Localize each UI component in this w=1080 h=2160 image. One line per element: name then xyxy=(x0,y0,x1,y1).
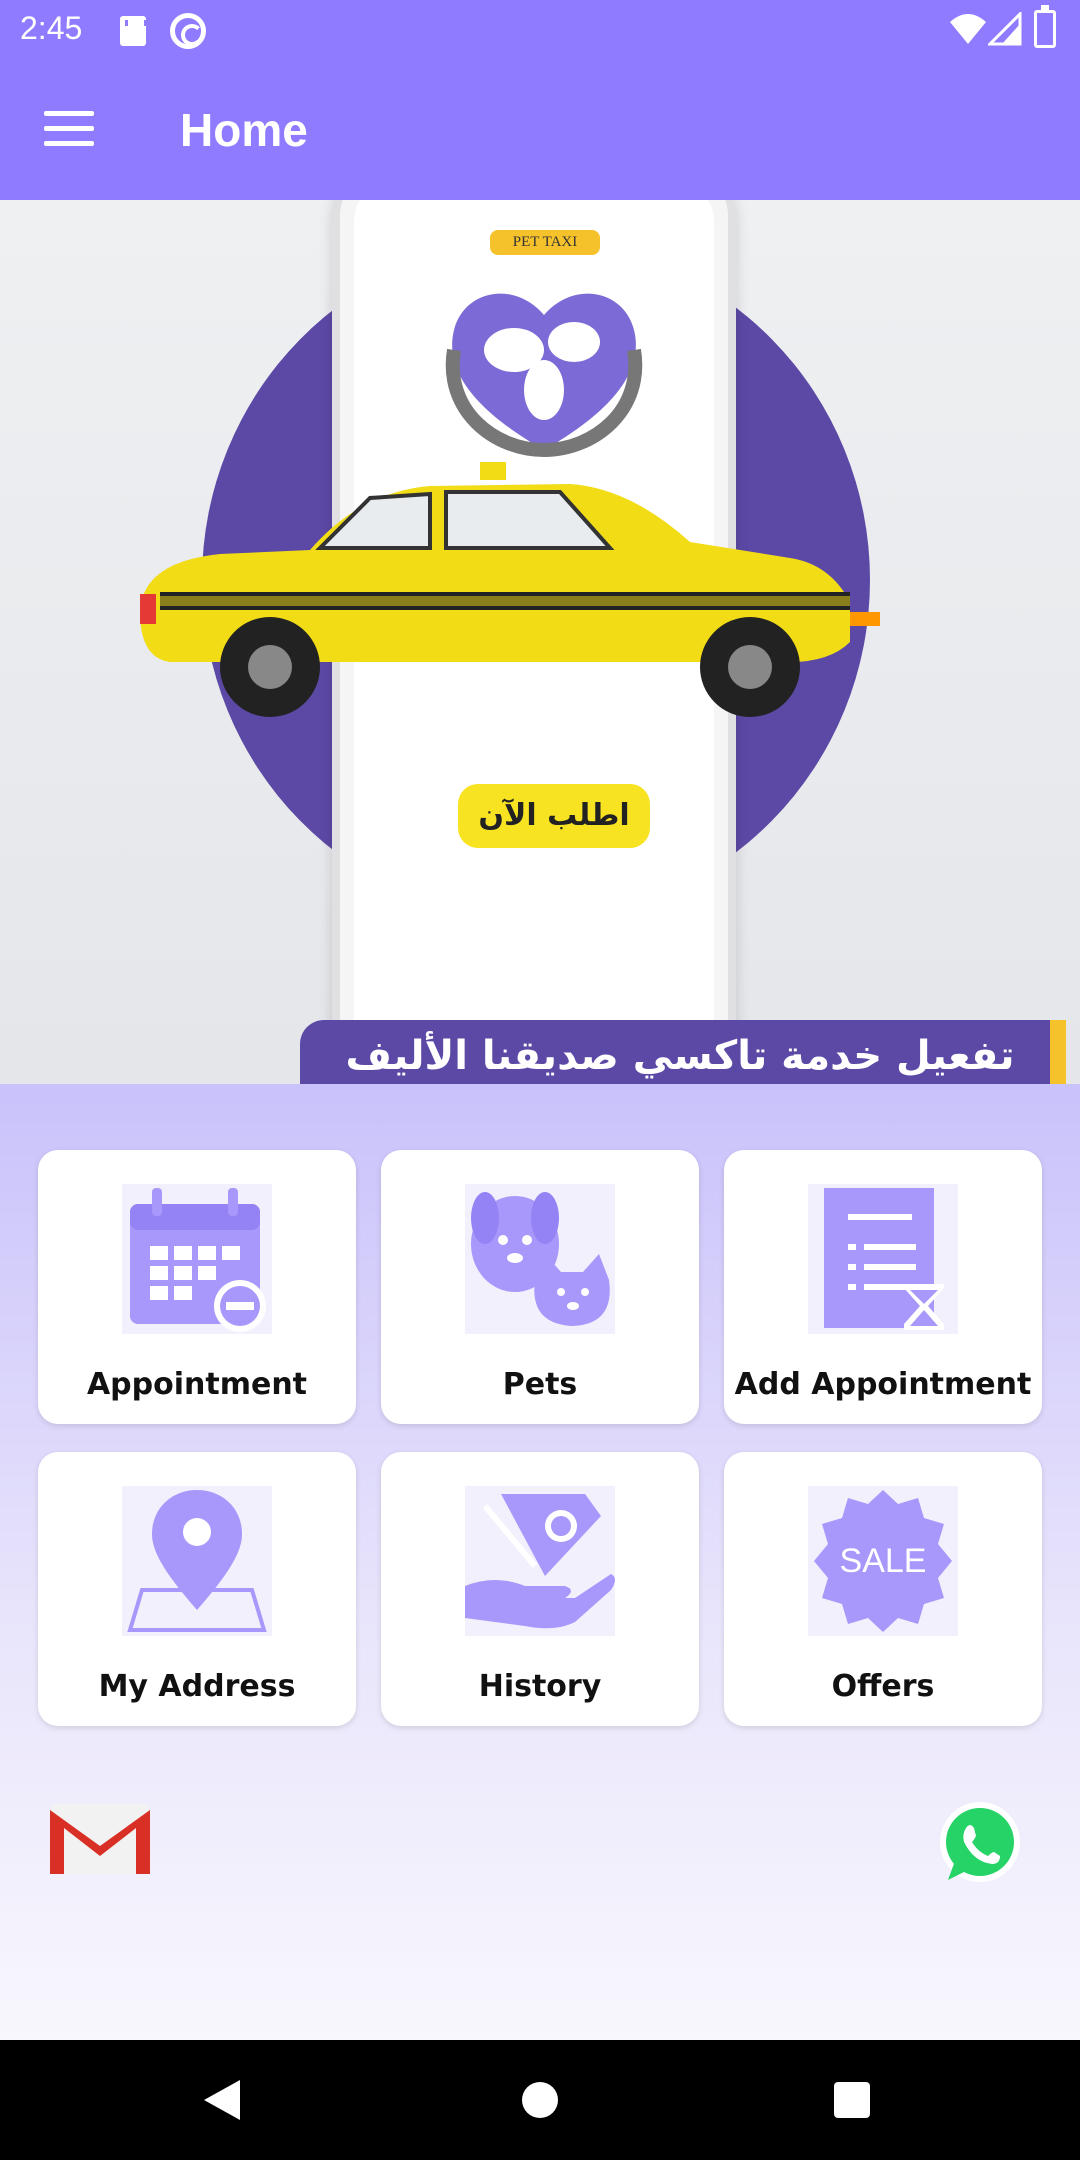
sale-badge-icon: SALE xyxy=(814,1490,952,1632)
promo-banner[interactable]: PET TAXI اطلب الآن تفعيل خدمة تاكسي صديق… xyxy=(0,200,1080,1084)
page-title: Home xyxy=(180,104,308,156)
main-content: Appointment Pets Add Appointment My Addr… xyxy=(0,1084,1080,2040)
tile-label: Appointment xyxy=(86,1367,308,1402)
map-pin-icon xyxy=(127,1490,267,1632)
signal-icon xyxy=(988,12,1022,46)
wifi-icon xyxy=(950,14,986,44)
caption-accent-bar xyxy=(1050,1020,1066,1084)
recent-apps-icon[interactable] xyxy=(834,2082,870,2118)
hand-money-icon xyxy=(465,1494,615,1629)
navigation-bar xyxy=(0,2040,1080,2160)
dog-cat-icon xyxy=(471,1192,610,1326)
tile-label: My Address xyxy=(98,1669,296,1704)
tile-label: Pets xyxy=(502,1367,578,1402)
banner-caption: تفعيل خدمة تاكسي صديقنا الأليف xyxy=(300,1020,1060,1084)
battery-icon xyxy=(1034,5,1056,48)
calendar-remove-icon xyxy=(130,1188,266,1332)
tile-history[interactable]: History xyxy=(381,1452,699,1726)
document-hourglass-icon xyxy=(824,1188,944,1330)
hamburger-menu-icon[interactable] xyxy=(44,111,94,147)
tile-label: Offers xyxy=(831,1669,935,1704)
sale-text: SALE xyxy=(840,1542,927,1580)
at-sign-icon xyxy=(170,13,206,49)
order-now-button[interactable]: اطلب الآن xyxy=(458,784,650,848)
tile-add-appointment[interactable]: Add Appointment xyxy=(724,1150,1042,1424)
tile-label: Add Appointment xyxy=(734,1367,1032,1402)
home-icon[interactable] xyxy=(522,2082,558,2118)
tile-pets[interactable]: Pets xyxy=(381,1150,699,1424)
pet-taxi-logo-icon xyxy=(445,293,643,458)
app-bar: Home xyxy=(0,63,1080,200)
taxi-illustration xyxy=(140,462,880,717)
sd-card-icon xyxy=(120,16,147,46)
tile-my-address[interactable]: My Address xyxy=(38,1452,356,1726)
status-bar: 2:45 xyxy=(0,0,1080,63)
gmail-icon[interactable] xyxy=(50,1800,150,1876)
tile-appointment[interactable]: Appointment xyxy=(38,1150,356,1424)
tile-label: History xyxy=(478,1669,602,1704)
status-time: 2:45 xyxy=(20,10,83,46)
tile-offers[interactable]: SALE Offers xyxy=(724,1452,1042,1726)
pet-taxi-logo-text: PET TAXI xyxy=(490,230,600,255)
back-icon[interactable] xyxy=(204,2080,240,2120)
whatsapp-icon[interactable] xyxy=(938,1800,1022,1884)
